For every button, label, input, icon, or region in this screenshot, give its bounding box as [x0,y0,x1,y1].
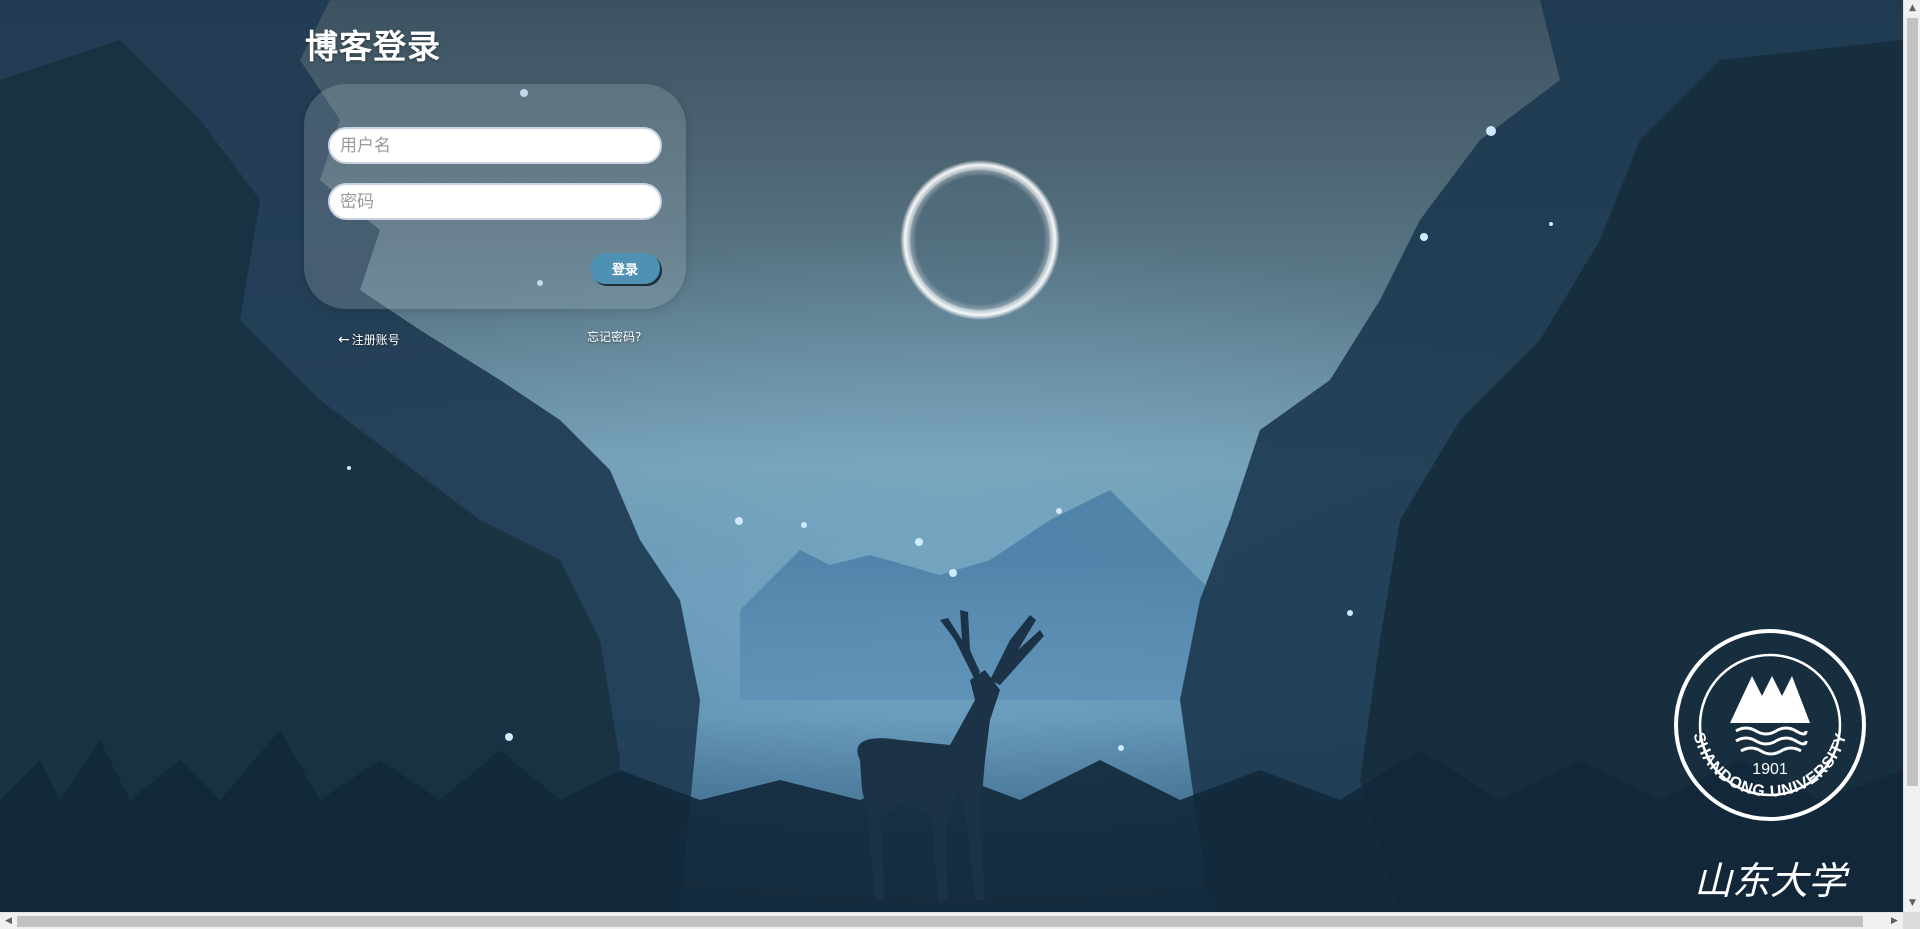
vertical-scrollbar[interactable]: ▲ ▼ [1903,0,1920,912]
scroll-right-icon[interactable]: ▶ [1886,913,1903,929]
background-scene [0,0,1903,912]
login-button[interactable]: 登录 [590,253,660,284]
password-input[interactable] [328,183,662,220]
arrow-left-icon: ← [338,332,350,348]
night-forest-illustration [0,0,1903,912]
scroll-up-icon[interactable]: ▲ [1904,0,1920,17]
university-calligraphy: 山东大学 [1694,859,1850,903]
wave-icon [1735,726,1808,736]
horizontal-scroll-thumb[interactable] [17,916,1863,927]
register-link[interactable]: ← 注册账号 [338,331,400,348]
username-input[interactable] [328,127,662,164]
page-title: 博客登录 [305,27,441,66]
forgot-password-link[interactable]: 忘记密码? [587,328,641,345]
scroll-down-icon[interactable]: ▼ [1904,895,1920,912]
login-card: 登录 [304,84,686,309]
emblem-year: 1901 [1752,761,1788,778]
scroll-left-icon[interactable]: ◀ [0,913,17,929]
scrollbar-corner [1903,912,1920,929]
register-label: 注册账号 [351,333,400,347]
vertical-scroll-thumb[interactable] [1907,18,1918,786]
horizontal-scrollbar[interactable]: ◀ ▶ [0,912,1903,929]
mountain-icon [1730,676,1810,723]
university-emblem: 1901 SHANDONG UNIVERSITY 山东大学 [1674,629,1866,903]
